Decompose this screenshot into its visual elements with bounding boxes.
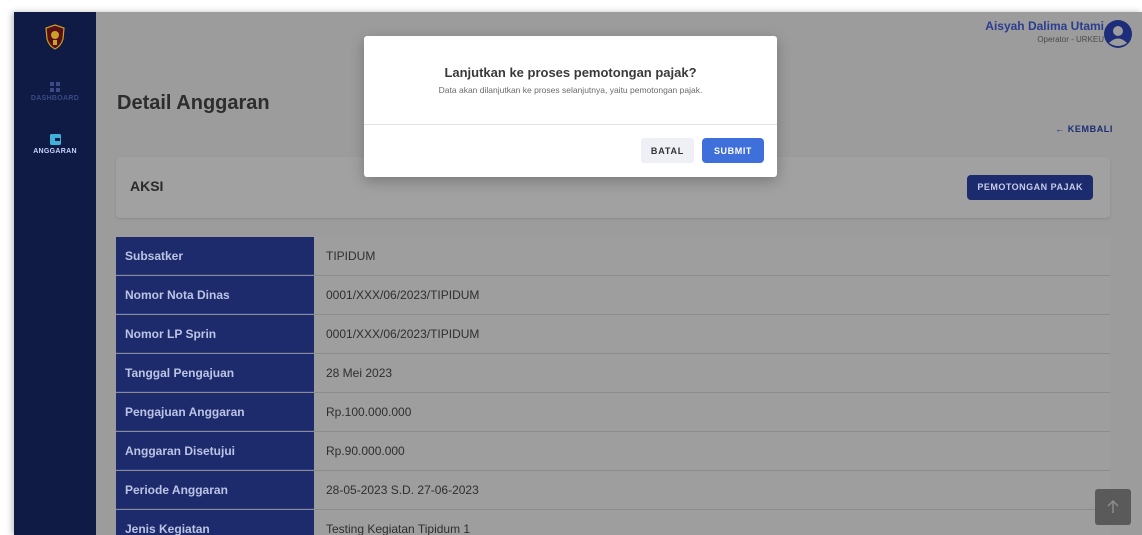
row-value: TIPIDUM	[326, 249, 376, 263]
row-value: Testing Kegiatan Tipidum 1	[326, 522, 471, 535]
user-name: Aisyah Dalima Utami	[985, 19, 1104, 33]
table-row: Jenis Kegiatan Testing Kegiatan Tipidum …	[116, 510, 1110, 535]
table-row: Subsatker TIPIDUM	[116, 237, 1110, 276]
table-row: Pengajuan Anggaran Rp.100.000.000	[116, 393, 1110, 432]
row-label: Subsatker	[116, 237, 314, 275]
cancel-button[interactable]: BATAL	[641, 138, 694, 163]
arrow-up-icon	[1107, 500, 1119, 513]
scroll-to-top-button[interactable]	[1095, 489, 1131, 525]
row-value: 0001/XXX/06/2023/TIPIDUM	[326, 327, 480, 341]
table-row: Tanggal Pengajuan 28 Mei 2023	[116, 354, 1110, 393]
sidebar-item-label: DASHBOARD	[30, 95, 80, 102]
confirm-dialog: Lanjutkan ke proses pemotongan pajak? Da…	[364, 36, 777, 177]
app-window: DASHBOARD ANGGARAN Aisyah Dalima Utami O…	[14, 12, 1142, 535]
detail-table: Subsatker TIPIDUM Nomor Nota Dinas 0001/…	[116, 237, 1110, 535]
row-value: Rp.100.000.000	[326, 405, 412, 419]
user-role: Operator - URKEU	[1037, 35, 1104, 44]
back-link[interactable]: ← KEMBALI	[1055, 124, 1113, 134]
row-label: Nomor LP Sprin	[116, 315, 314, 353]
screenshot-frame: DASHBOARD ANGGARAN Aisyah Dalima Utami O…	[0, 0, 1142, 535]
row-label: Periode Anggaran	[116, 471, 314, 509]
row-label: Pengajuan Anggaran	[116, 393, 314, 431]
pemotongan-pajak-button[interactable]: PEMOTONGAN PAJAK	[967, 175, 1093, 200]
row-value: 28-05-2023 S.D. 27-06-2023	[326, 483, 479, 497]
row-label: Jenis Kegiatan	[116, 510, 314, 535]
table-row: Nomor LP Sprin 0001/XXX/06/2023/TIPIDUM	[116, 315, 1110, 354]
row-label: Anggaran Disetujui	[116, 432, 314, 470]
row-value: 28 Mei 2023	[326, 366, 393, 380]
row-label: Nomor Nota Dinas	[116, 276, 314, 314]
sidebar-item-anggaran[interactable]: ANGGARAN	[14, 134, 96, 155]
dashboard-grid-icon	[50, 82, 60, 92]
row-label: Tanggal Pengajuan	[116, 354, 314, 392]
table-row: Anggaran Disetujui Rp.90.000.000	[116, 432, 1110, 471]
row-value: 0001/XXX/06/2023/TIPIDUM	[326, 288, 480, 302]
sidebar: DASHBOARD ANGGARAN	[14, 12, 96, 535]
row-value: Rp.90.000.000	[326, 444, 405, 458]
dialog-title: Lanjutkan ke proses pemotongan pajak?	[444, 65, 697, 80]
dialog-divider	[364, 124, 777, 125]
sidebar-item-dashboard[interactable]: DASHBOARD	[14, 82, 96, 102]
wallet-icon	[49, 134, 61, 145]
submit-button[interactable]: SUBMIT	[702, 138, 764, 163]
police-badge-logo	[45, 24, 65, 50]
sidebar-item-label: ANGGARAN	[33, 148, 77, 155]
table-row: Periode Anggaran 28-05-2023 S.D. 27-06-2…	[116, 471, 1110, 510]
table-row: Nomor Nota Dinas 0001/XXX/06/2023/TIPIDU…	[116, 276, 1110, 315]
dialog-message: Data akan dilanjutkan ke proses selanjut…	[438, 85, 703, 95]
aksi-title: AKSI	[130, 178, 164, 194]
user-info[interactable]: Aisyah Dalima Utami Operator - URKEU	[985, 19, 1104, 44]
page-title: Detail Anggaran	[117, 92, 270, 114]
user-avatar-icon[interactable]	[1104, 20, 1132, 48]
